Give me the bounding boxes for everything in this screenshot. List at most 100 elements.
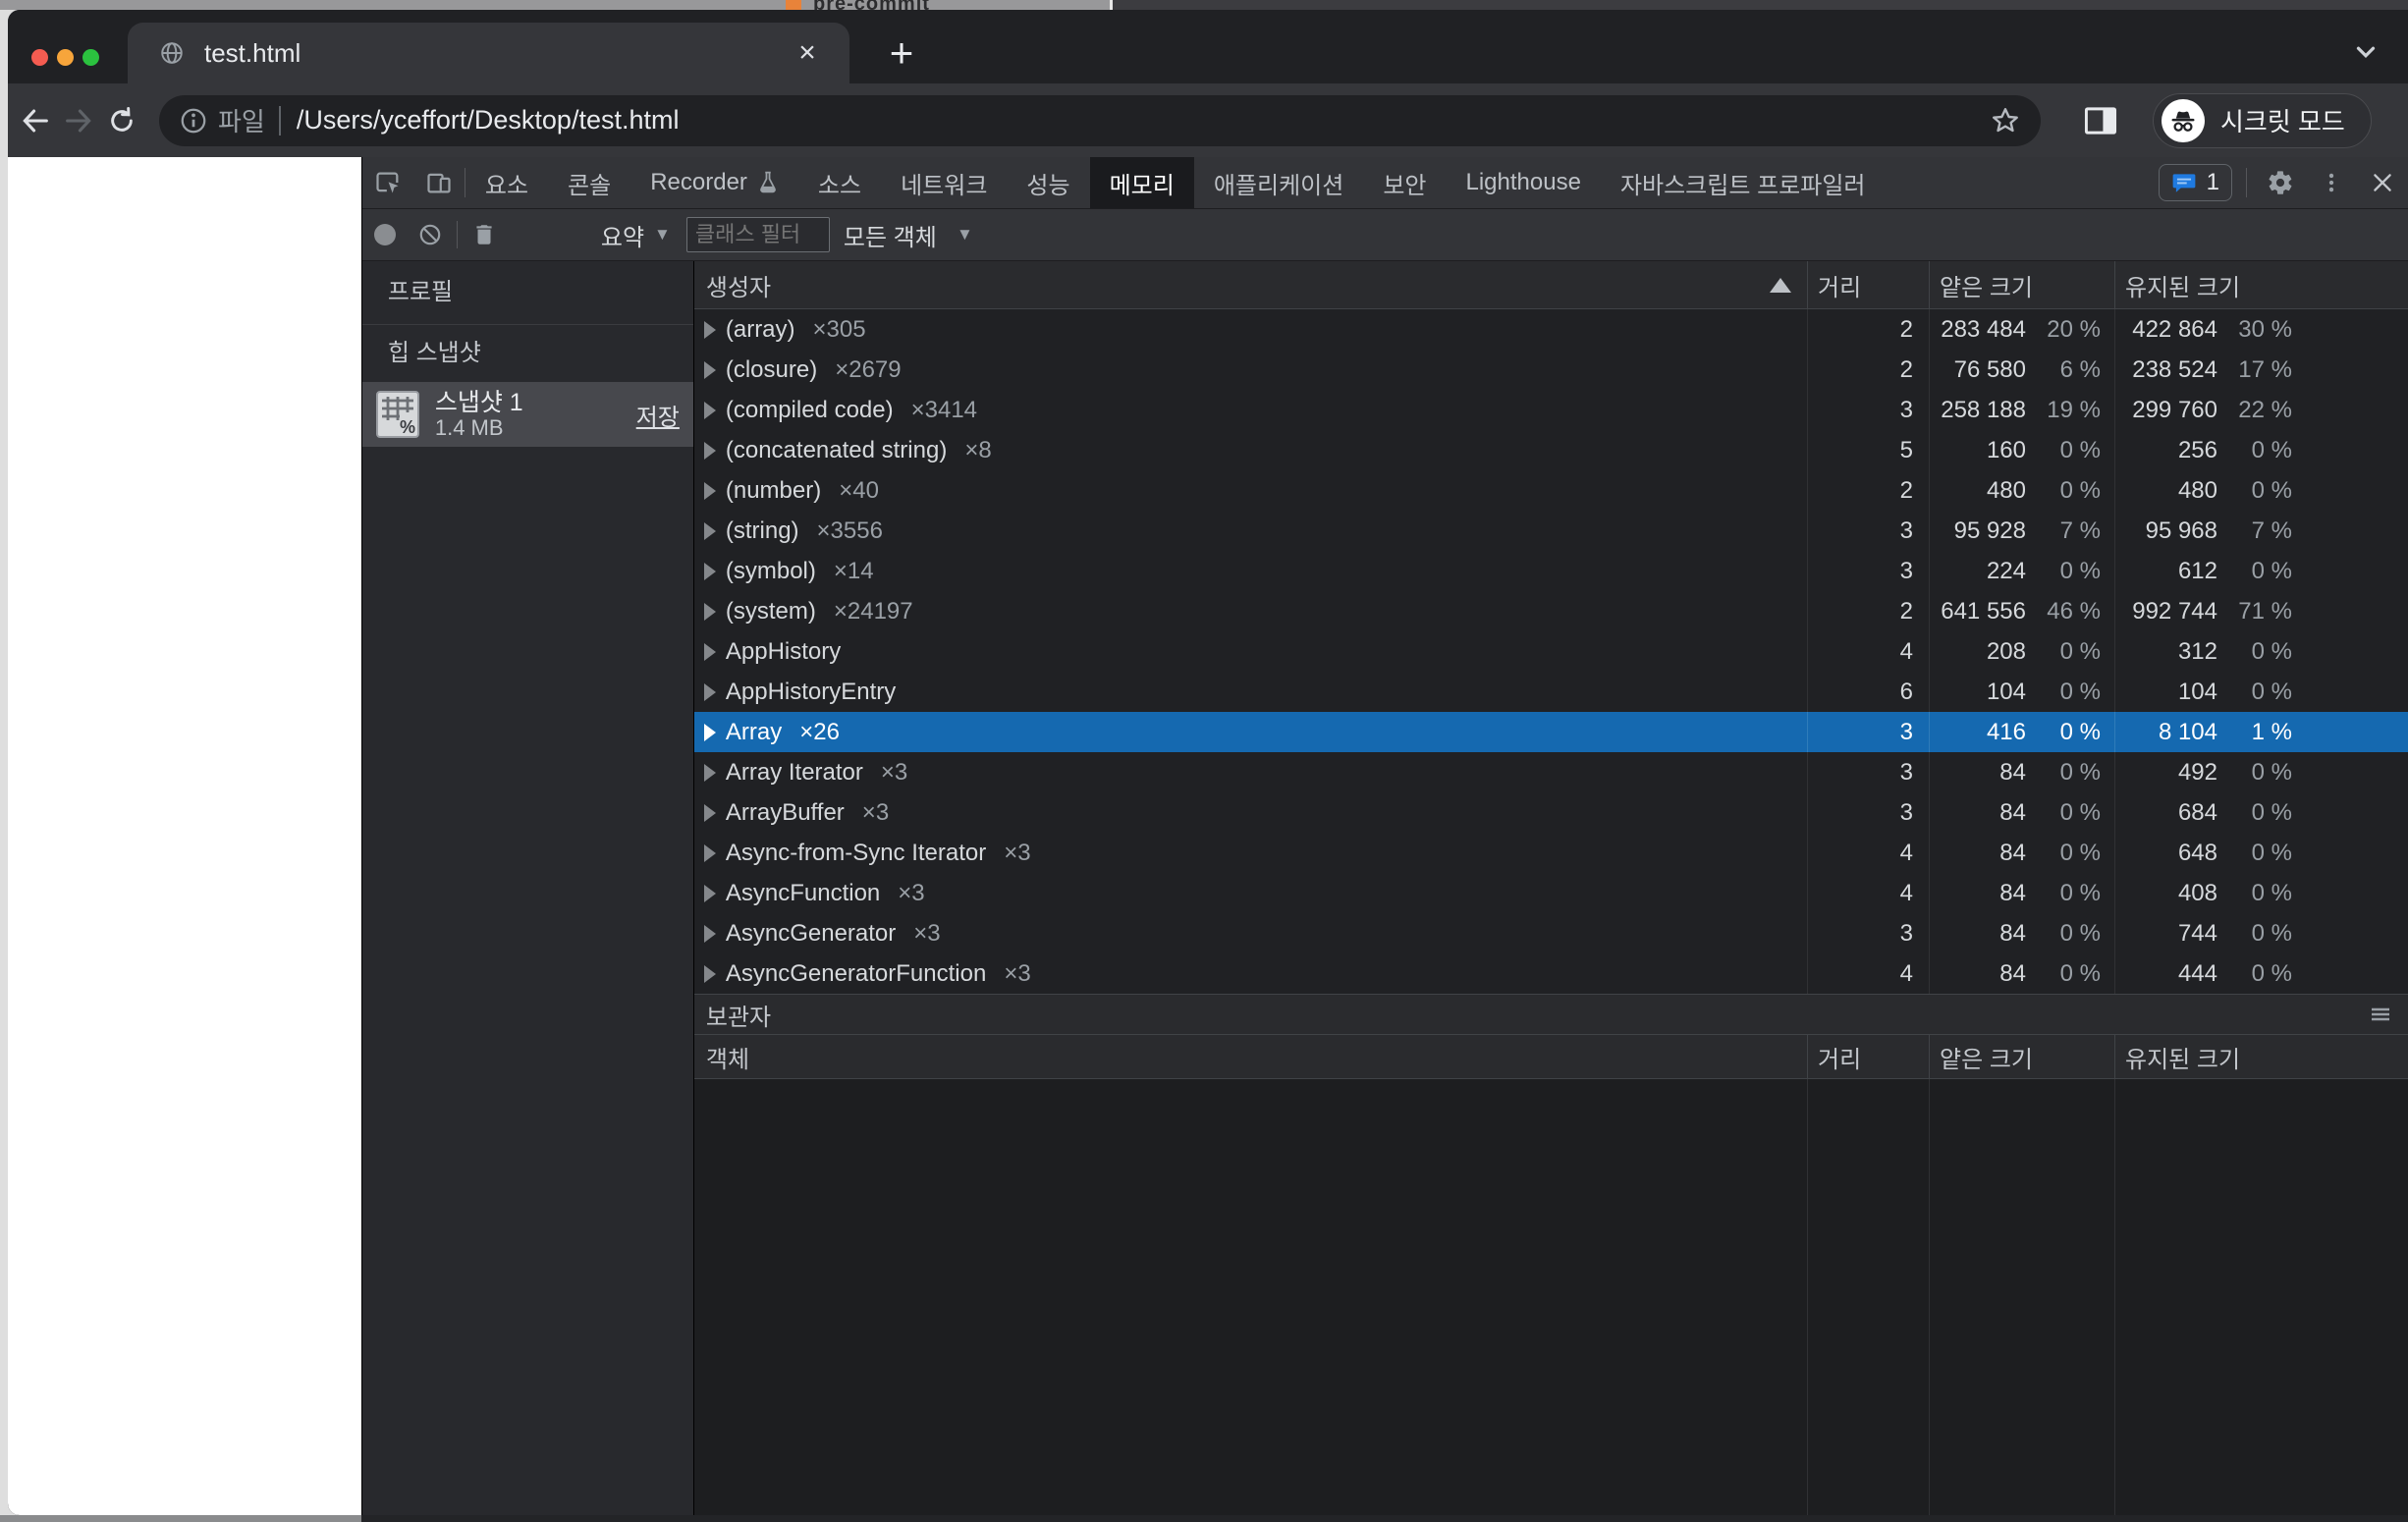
disclosure-triangle-icon[interactable] — [704, 482, 716, 500]
disclosure-triangle-icon[interactable] — [704, 442, 716, 460]
shallow-size-percent: 0 % — [2026, 759, 2101, 787]
clear-profiles-icon[interactable] — [408, 222, 453, 247]
tab-search-chevron-icon[interactable] — [2351, 37, 2381, 67]
side-panel-icon[interactable] — [2084, 106, 2117, 136]
globe-favicon-icon — [159, 40, 185, 66]
macos-zoom-button[interactable] — [82, 49, 99, 66]
disclosure-triangle-icon[interactable] — [704, 925, 716, 943]
site-info-icon[interactable] — [179, 106, 208, 136]
table-row[interactable]: (symbol)×14 3 2240 % 6120 % — [694, 551, 2408, 591]
macos-close-button[interactable] — [31, 49, 48, 66]
device-toolbar-icon[interactable] — [413, 157, 465, 208]
issues-counter[interactable]: 1 — [2159, 164, 2232, 201]
incognito-badge: 시크릿 모드 — [2153, 93, 2372, 148]
table-row[interactable]: (number)×40 2 4800 % 4800 % — [694, 470, 2408, 511]
column-header-retained-size[interactable]: 유지된 크기 — [2114, 1035, 2408, 1078]
browser-menu-icon[interactable] — [2401, 104, 2408, 137]
table-row[interactable]: AsyncGeneratorFunction×3 4 840 % 4440 % — [694, 953, 2408, 994]
new-tab-button[interactable]: + — [880, 33, 923, 77]
disclosure-triangle-icon[interactable] — [704, 764, 716, 782]
table-row[interactable]: (concatenated string)×8 5 1600 % 2560 % — [694, 430, 2408, 470]
retainers-menu-icon[interactable] — [2369, 1003, 2392, 1026]
column-header-object[interactable]: 객체 — [694, 1035, 1807, 1078]
reload-button[interactable] — [100, 99, 143, 142]
table-row[interactable]: Array Iterator×3 3 840 % 4920 % — [694, 752, 2408, 792]
devtools-tab-11[interactable]: 자바스크립트 프로파일러 — [1601, 157, 1886, 208]
shallow-size-percent: 19 % — [2026, 397, 2101, 424]
devtools-menu-icon[interactable] — [2306, 157, 2357, 208]
disclosure-triangle-icon[interactable] — [704, 522, 716, 540]
delete-profile-icon[interactable] — [462, 222, 507, 247]
disclosure-triangle-icon[interactable] — [704, 643, 716, 661]
back-button[interactable] — [14, 99, 57, 142]
devtools-settings-icon[interactable] — [2255, 157, 2306, 208]
tab-close-icon[interactable]: × — [791, 36, 824, 70]
macos-minimize-button[interactable] — [57, 49, 74, 66]
table-row[interactable]: AppHistoryEntry 6 1040 % 1040 % — [694, 672, 2408, 712]
record-heap-snapshot-icon[interactable] — [362, 224, 408, 245]
column-header-distance[interactable]: 거리 — [1807, 261, 1929, 308]
snapshot-item[interactable]: % 스냅샷 1 1.4 MB 저장 — [362, 382, 693, 447]
address-bar[interactable]: 파일 /Users/yceffort/Desktop/test.html — [159, 95, 2041, 146]
devtools-tab-8[interactable]: 애플리케이션 — [1194, 157, 1363, 208]
disclosure-triangle-icon[interactable] — [704, 844, 716, 862]
objects-filter-select[interactable]: 모든 객체 ▼ — [844, 218, 973, 252]
table-row[interactable]: Async-from-Sync Iterator×3 4 840 % 6480 … — [694, 833, 2408, 873]
disclosure-triangle-icon[interactable] — [704, 603, 716, 621]
devtools-tab-2[interactable]: 콘솔 — [548, 157, 630, 208]
devtools-tab-3[interactable]: Recorder — [630, 157, 798, 208]
perspective-select[interactable]: 요약 ▼ — [601, 218, 671, 252]
table-row[interactable]: AsyncGenerator×3 3 840 % 7440 % — [694, 913, 2408, 953]
disclosure-triangle-icon[interactable] — [704, 683, 716, 701]
disclosure-triangle-icon[interactable] — [704, 361, 716, 379]
column-header-constructor[interactable]: 생성자 — [694, 261, 1807, 308]
devtools-tab-9[interactable]: 보안 — [1363, 157, 1446, 208]
inspect-element-icon[interactable] — [362, 157, 413, 208]
disclosure-triangle-icon[interactable] — [704, 804, 716, 822]
table-row[interactable]: AsyncFunction×3 4 840 % 4080 % — [694, 873, 2408, 913]
disclosure-triangle-icon[interactable] — [704, 965, 716, 983]
table-row[interactable]: (system)×24197 2 641 55646 % 992 74471 % — [694, 591, 2408, 631]
disclosure-triangle-icon[interactable] — [704, 402, 716, 419]
table-row[interactable]: ArrayBuffer×3 3 840 % 6840 % — [694, 792, 2408, 833]
retained-size-value: 95 968 — [2146, 517, 2217, 545]
table-row[interactable]: (string)×3556 3 95 9287 % 95 9687 % — [694, 511, 2408, 551]
devtools-close-icon[interactable] — [2357, 157, 2408, 208]
retained-size-percent: 0 % — [2217, 960, 2292, 988]
retained-size-percent: 0 % — [2217, 840, 2292, 867]
devtools-tab-6[interactable]: 성능 — [1007, 157, 1089, 208]
constructor-name: ArrayBuffer — [726, 799, 845, 827]
forward-button[interactable] — [57, 99, 100, 142]
experimental-flask-icon — [757, 171, 779, 194]
bookmark-star-icon[interactable] — [1990, 105, 2021, 136]
snapshot-icon: % — [376, 391, 419, 438]
retained-size-percent: 0 % — [2217, 638, 2292, 666]
disclosure-triangle-icon[interactable] — [704, 885, 716, 902]
snapshot-save-link[interactable]: 저장 — [636, 398, 680, 432]
heap-grid: 생성자 거리 얕은 크기 유지된 크기 (array)×305 2 283 48… — [694, 261, 2408, 1515]
table-row[interactable]: (compiled code)×3414 3 258 18819 % 299 7… — [694, 390, 2408, 430]
column-header-retained-size[interactable]: 유지된 크기 — [2114, 261, 2408, 308]
table-row[interactable]: AppHistory 4 2080 % 3120 % — [694, 631, 2408, 672]
shallow-size-value: 76 580 — [1954, 356, 2026, 384]
class-filter-input[interactable] — [686, 217, 830, 252]
devtools-tab-4[interactable]: 소스 — [798, 157, 881, 208]
disclosure-triangle-icon[interactable] — [704, 724, 716, 741]
constructor-name: (symbol) — [726, 558, 816, 585]
devtools-tab-7[interactable]: 메모리 — [1090, 157, 1194, 208]
table-row[interactable]: (array)×305 2 283 48420 % 422 86430 % — [694, 309, 2408, 350]
disclosure-triangle-icon[interactable] — [704, 321, 716, 339]
issues-count: 1 — [2207, 169, 2219, 196]
table-row[interactable]: Array×26 3 4160 % 8 1041 % — [694, 712, 2408, 752]
instance-count: ×3 — [881, 759, 907, 787]
disclosure-triangle-icon[interactable] — [704, 563, 716, 580]
devtools-tab-1[interactable]: 요소 — [465, 157, 548, 208]
column-header-shallow-size[interactable]: 얕은 크기 — [1929, 261, 2114, 308]
devtools-tab-10[interactable]: Lighthouse — [1447, 157, 1601, 208]
background-window-strip: pre-commit — [0, 0, 2408, 10]
browser-tab[interactable]: test.html × — [128, 23, 849, 83]
column-header-shallow-size[interactable]: 얕은 크기 — [1929, 1035, 2114, 1078]
column-header-distance[interactable]: 거리 — [1807, 1035, 1929, 1078]
devtools-tab-5[interactable]: 네트워크 — [881, 157, 1007, 208]
table-row[interactable]: (closure)×2679 2 76 5806 % 238 52417 % — [694, 350, 2408, 390]
